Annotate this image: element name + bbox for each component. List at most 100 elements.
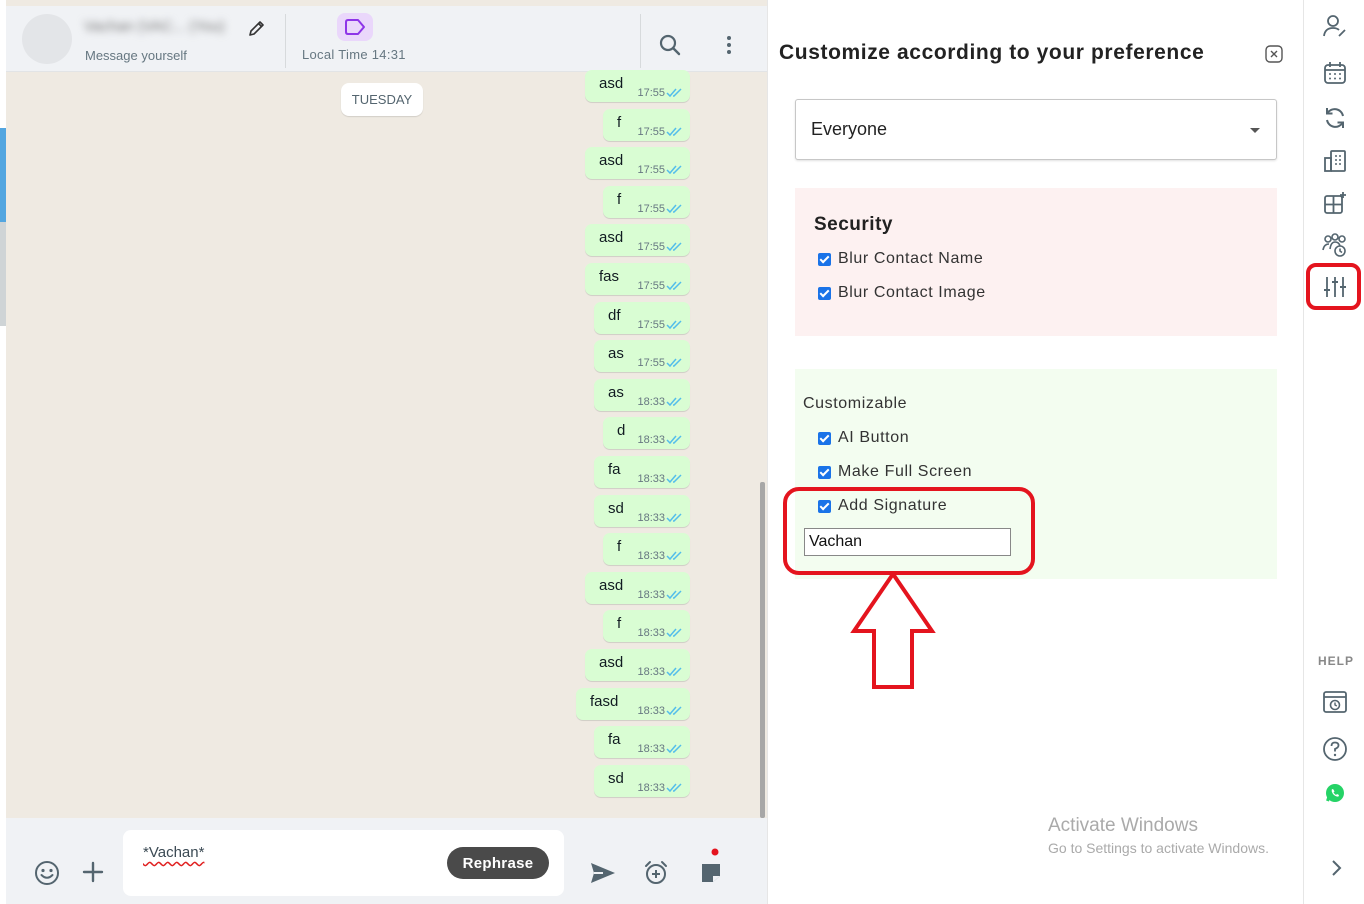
message-time: 17:55 — [637, 357, 665, 370]
read-ticks-icon — [666, 88, 682, 98]
schedule-alarm-icon[interactable] — [643, 860, 669, 886]
read-ticks-icon — [666, 706, 682, 715]
message-time: 18:33 — [637, 511, 665, 524]
option-label: Blur Contact Name — [838, 250, 984, 267]
message-time: 18:33 — [637, 743, 665, 756]
security-section: Security Blur Contact Name Blur Contact … — [795, 188, 1277, 336]
groups-icon[interactable] — [1322, 232, 1348, 258]
message-bubble[interactable]: asd 17:55 — [585, 147, 690, 180]
message-bubble[interactable]: asd 18:33 — [585, 571, 690, 604]
message-text: asd — [599, 654, 624, 671]
customizable-title: Customizable — [803, 395, 908, 412]
message-bubble[interactable]: fa 18:33 — [594, 726, 690, 759]
chat-scrollbar[interactable] — [760, 482, 765, 818]
read-ticks-icon — [666, 281, 682, 291]
checkbox[interactable] — [818, 465, 831, 479]
message-time: 18:33 — [637, 473, 665, 485]
search-icon[interactable] — [658, 33, 682, 57]
send-icon[interactable] — [589, 860, 617, 886]
label-tag-icon[interactable] — [337, 13, 373, 41]
panel-title: Customize according to your preference — [779, 41, 1205, 64]
refresh-icon[interactable] — [1322, 105, 1348, 131]
close-icon[interactable] — [1265, 45, 1283, 63]
message-bubble[interactable]: sd 18:33 — [594, 764, 690, 797]
message-text: sd — [608, 769, 624, 787]
chat-header: Vachan (VAC... (You) Message yourself Lo… — [6, 6, 767, 72]
option-label: Make Full Screen — [838, 463, 973, 480]
add-widget-icon[interactable] — [1322, 190, 1348, 216]
message-input[interactable]: *Vachan* Rephrase — [123, 830, 564, 896]
message-bubble[interactable]: asd 17:55 — [585, 224, 690, 257]
avatar[interactable] — [22, 14, 72, 64]
blur-contact-image-option[interactable]: Blur Contact Image — [818, 284, 986, 302]
message-text: as — [608, 383, 624, 401]
message-text: f — [617, 538, 622, 556]
ai-button-option[interactable]: AI Button — [818, 429, 909, 447]
pencil-icon[interactable] — [247, 18, 267, 38]
tutorial-clock-icon[interactable] — [1322, 689, 1348, 715]
notes-icon[interactable] — [698, 848, 724, 886]
read-ticks-icon — [666, 551, 682, 561]
message-bubble[interactable]: fa 18:33 — [594, 456, 690, 488]
message-time: 18:33 — [637, 550, 665, 563]
option-label: AI Button — [838, 429, 910, 446]
message-bubble[interactable]: f 17:55 — [603, 185, 690, 218]
read-ticks-icon — [666, 204, 682, 213]
message-text: f — [617, 113, 622, 131]
checkbox[interactable] — [818, 286, 831, 300]
read-ticks-icon — [666, 667, 682, 677]
message-input-text: *Vachan* — [143, 844, 205, 861]
message-list: asd 17:55 f 17:55 asd 17:55 f 17:55 asd 17:55 fas 1… — [6, 70, 690, 810]
checkbox[interactable] — [818, 431, 831, 445]
chevron-right-icon[interactable] — [1328, 858, 1344, 878]
attach-plus-icon[interactable] — [81, 860, 105, 884]
read-ticks-icon — [666, 435, 682, 445]
chevron-down-icon — [1250, 128, 1260, 133]
message-time: 17:55 — [637, 241, 665, 254]
message-bubble[interactable]: df 17:55 — [594, 301, 690, 334]
full-screen-option[interactable]: Make Full Screen — [818, 463, 972, 481]
blur-contact-name-option[interactable]: Blur Contact Name — [818, 250, 983, 268]
message-time: 18:33 — [637, 588, 665, 601]
audience-select[interactable]: Everyone — [795, 99, 1277, 160]
message-time: 17:55 — [637, 164, 665, 177]
header-divider — [285, 14, 286, 68]
message-text: fa — [608, 461, 621, 478]
message-bubble[interactable]: f 18:33 — [603, 533, 690, 566]
read-ticks-icon — [666, 165, 682, 175]
signature-highlight-box — [783, 487, 1035, 575]
building-icon[interactable] — [1322, 148, 1348, 174]
contact-user-icon[interactable] — [1322, 13, 1348, 39]
menu-icon[interactable] — [717, 33, 741, 57]
message-bubble[interactable]: d 18:33 — [603, 417, 690, 450]
read-ticks-icon — [666, 628, 682, 638]
message-bubble[interactable]: fas 17:55 — [585, 263, 690, 295]
help-question-icon[interactable] — [1322, 736, 1348, 762]
emoji-icon[interactable] — [34, 860, 60, 886]
right-rail: HELP — [1303, 0, 1364, 904]
contact-status: Message yourself — [85, 48, 187, 63]
message-bubble[interactable]: f 17:55 — [603, 108, 690, 141]
message-time: 18:33 — [637, 704, 665, 717]
checkbox[interactable] — [818, 252, 831, 266]
message-bubble[interactable]: as 18:33 — [594, 378, 690, 411]
message-bubble[interactable]: as 17:55 — [594, 340, 690, 373]
calendar-icon[interactable] — [1322, 60, 1348, 86]
contact-name[interactable]: Vachan (VAC... (You) — [84, 18, 244, 38]
message-text: f — [617, 615, 622, 633]
message-bubble[interactable]: f 18:33 — [603, 610, 690, 643]
message-bubble[interactable]: sd 18:33 — [594, 494, 690, 527]
option-label: Blur Contact Image — [838, 284, 986, 301]
rephrase-button[interactable]: Rephrase — [447, 847, 549, 879]
read-ticks-icon — [666, 783, 682, 792]
message-bubble[interactable]: fasd 18:33 — [576, 687, 690, 720]
whatsapp-icon[interactable] — [1325, 783, 1345, 803]
message-bubble[interactable]: asd 18:33 — [585, 649, 690, 681]
read-ticks-icon — [666, 474, 682, 484]
read-ticks-icon — [666, 358, 682, 368]
message-text: d — [617, 422, 626, 440]
message-time: 17:55 — [637, 280, 665, 292]
message-bubble[interactable]: asd 17:55 — [585, 70, 690, 102]
customize-panel: Customize according to your preference E… — [767, 0, 1303, 904]
message-text: as — [608, 345, 624, 363]
